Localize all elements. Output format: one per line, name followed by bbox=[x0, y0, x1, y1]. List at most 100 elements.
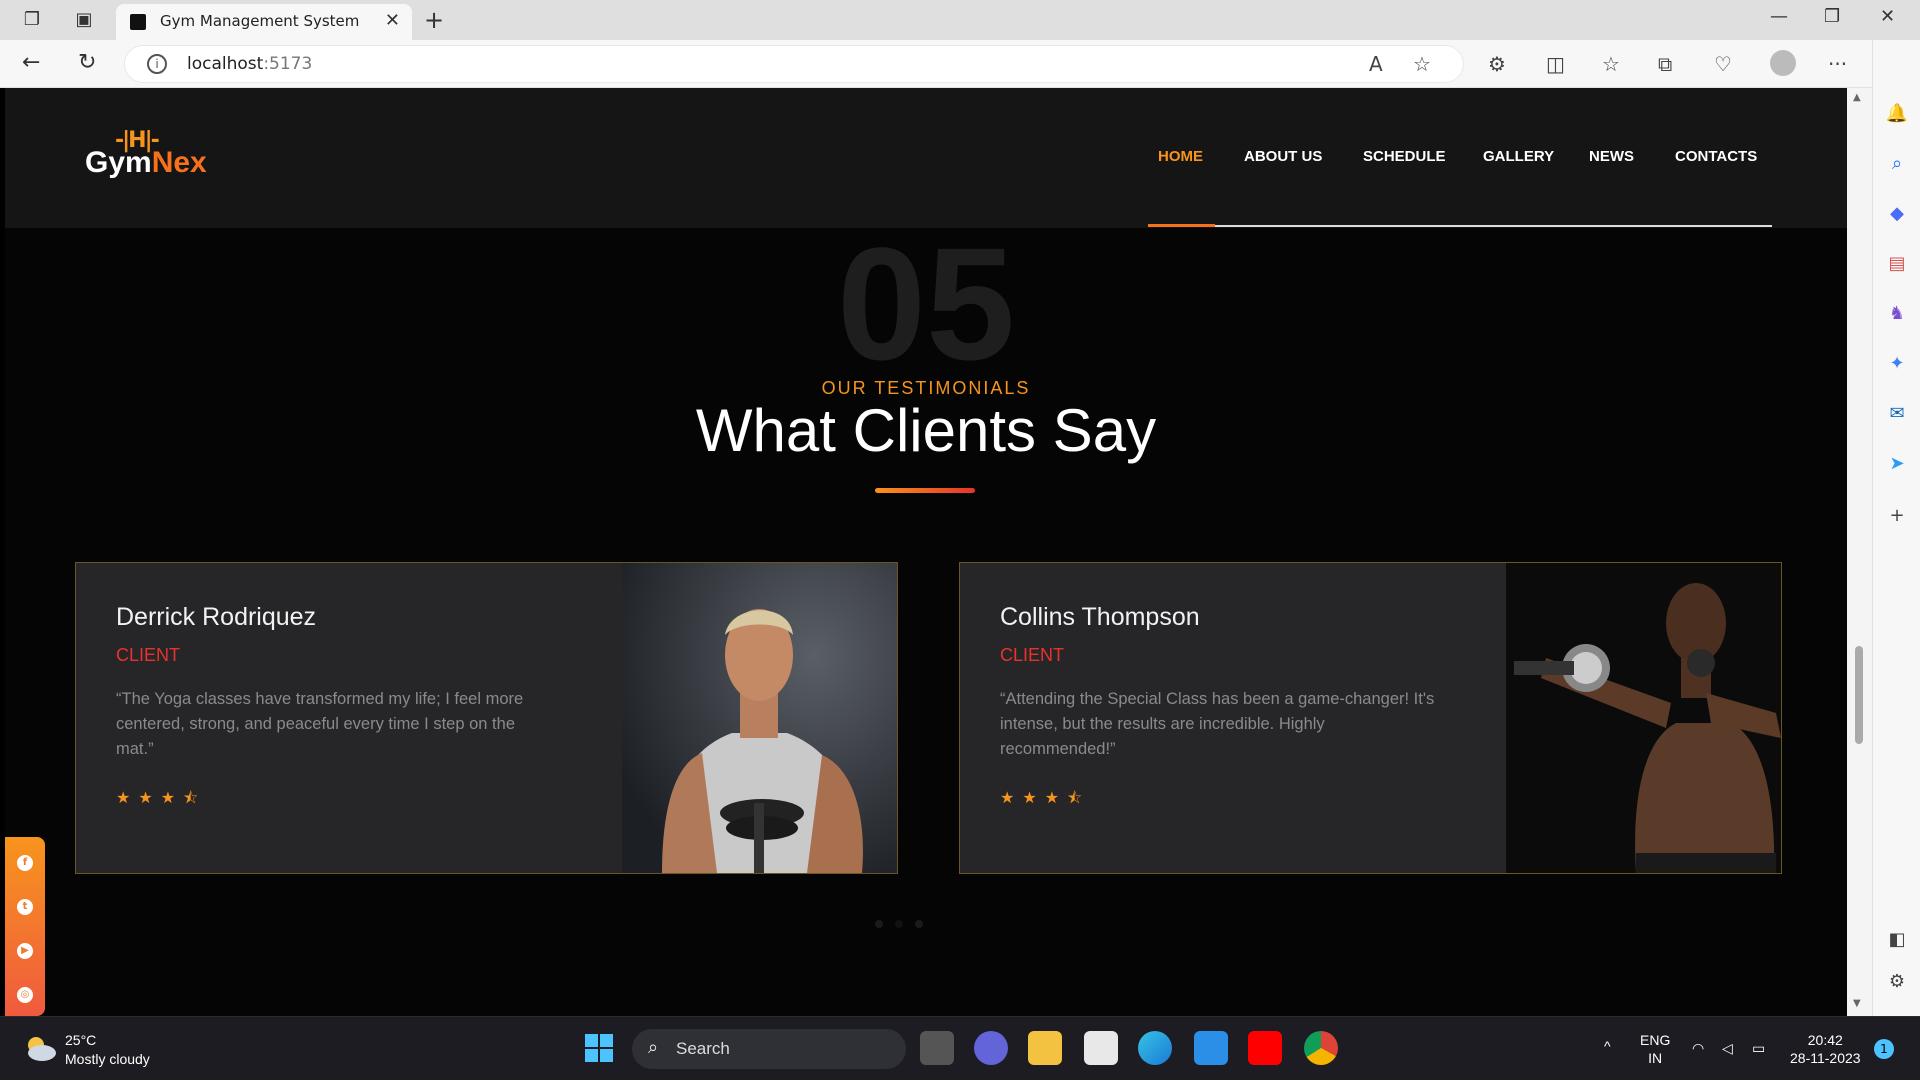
minimize-icon[interactable]: — bbox=[1770, 6, 1788, 27]
nav-news[interactable]: NEWS bbox=[1589, 148, 1634, 165]
time: 20:42 bbox=[1807, 1032, 1843, 1048]
workspaces-icon[interactable]: ❐ bbox=[20, 8, 44, 32]
refresh-icon[interactable]: ↻ bbox=[78, 50, 96, 75]
star-icon: ★ bbox=[1022, 788, 1045, 807]
copilot-sidebar-icon[interactable]: ✦ bbox=[1885, 352, 1909, 376]
social-sidebar: f t ▶ ◎ bbox=[5, 837, 45, 1016]
language-indicator[interactable]: ENG IN bbox=[1640, 1031, 1670, 1067]
rating-stars: ★★★⯪ bbox=[116, 787, 206, 814]
file-explorer-icon[interactable] bbox=[1028, 1031, 1062, 1065]
wifi-icon[interactable]: ◠ bbox=[1692, 1039, 1704, 1057]
site-info-icon[interactable]: i bbox=[147, 54, 167, 74]
settings-icon[interactable]: ⚙ bbox=[1885, 970, 1909, 994]
edge-sidebar: 🔔 ⌕ ◆ ▤ ♞ ✦ ✉ ➤ + ◧ ⚙ bbox=[1872, 40, 1920, 1016]
sidebar-toggle-icon[interactable]: ◧ bbox=[1885, 928, 1909, 952]
nav-contacts[interactable]: CONTACTS bbox=[1675, 148, 1757, 165]
maximize-icon[interactable]: ❐ bbox=[1824, 6, 1840, 27]
facebook-icon[interactable]: f bbox=[17, 855, 33, 871]
scroll-thumb[interactable] bbox=[1855, 646, 1863, 744]
client-quote: “Attending the Special Class has been a … bbox=[1000, 690, 1435, 758]
read-aloud-icon[interactable]: A bbox=[1369, 52, 1383, 76]
instagram-icon[interactable]: ◎ bbox=[17, 987, 33, 1003]
nav-schedule[interactable]: SCHEDULE bbox=[1363, 148, 1446, 165]
weather-widget[interactable]: 25°C Mostly cloudy bbox=[65, 1031, 150, 1069]
extensions-icon[interactable]: ⚙ bbox=[1488, 52, 1506, 76]
region-code: IN bbox=[1648, 1050, 1663, 1066]
shopping-icon[interactable]: ◆ bbox=[1885, 202, 1909, 226]
profile-avatar[interactable] bbox=[1770, 50, 1796, 76]
games-icon[interactable]: ♞ bbox=[1885, 302, 1909, 326]
address-bar: ← ↻ i localhost:5173 A ☆ ⚙ ◫ ☆ ⧉ ♡ ··· bbox=[0, 40, 1920, 88]
web-page: -|H|- GymNex HOME ABOUT US SCHEDULE GALL… bbox=[5, 88, 1847, 1016]
add-icon[interactable]: + bbox=[1885, 504, 1909, 528]
gymnex-logo[interactable]: -|H|- GymNex bbox=[85, 128, 225, 188]
task-view-icon[interactable] bbox=[920, 1031, 954, 1065]
scroll-up-icon[interactable]: ▲ bbox=[1853, 92, 1861, 103]
tab-actions-icon[interactable]: ▣ bbox=[72, 8, 96, 32]
client-photo bbox=[622, 563, 897, 873]
nav-home[interactable]: HOME bbox=[1158, 148, 1203, 165]
close-tab-icon[interactable]: ✕ bbox=[385, 10, 400, 31]
notification-badge[interactable]: 1 bbox=[1874, 1039, 1894, 1059]
taskbar: 25°C Mostly cloudy ⌕ Search ^ ENG IN ◠ ◁… bbox=[0, 1016, 1920, 1080]
twitter-icon[interactable]: t bbox=[17, 899, 33, 915]
notifications-icon[interactable]: 🔔 bbox=[1885, 102, 1909, 126]
taskbar-search[interactable]: ⌕ Search bbox=[632, 1029, 906, 1069]
tools-icon[interactable]: ▤ bbox=[1885, 252, 1909, 276]
client-name: Derrick Rodriquez bbox=[116, 603, 317, 631]
favorites-icon[interactable]: ☆ bbox=[1602, 52, 1620, 76]
vscode-icon[interactable] bbox=[1194, 1031, 1228, 1065]
half-star-icon: ⯪ bbox=[183, 788, 207, 807]
browser-window: ❐ ▣ Gym Management System ✕ + — ❐ ✕ ← ↻ … bbox=[0, 0, 1920, 1080]
outlook-icon[interactable]: ✉ bbox=[1885, 402, 1909, 426]
youtube-app-icon[interactable] bbox=[1248, 1031, 1282, 1065]
tab-title: Gym Management System bbox=[160, 12, 360, 30]
tab-gym[interactable]: Gym Management System ✕ bbox=[116, 4, 412, 40]
volume-icon[interactable]: ◁ bbox=[1722, 1039, 1733, 1057]
browser-essentials-icon[interactable]: ♡ bbox=[1714, 52, 1732, 76]
date: 28-11-2023 bbox=[1790, 1050, 1861, 1066]
back-icon[interactable]: ← bbox=[22, 50, 40, 75]
teams-icon[interactable] bbox=[974, 1031, 1008, 1065]
youtube-icon[interactable]: ▶ bbox=[17, 943, 33, 959]
store-icon[interactable] bbox=[1084, 1031, 1118, 1065]
cloudy-weather-icon bbox=[28, 1037, 56, 1061]
favorite-star-icon[interactable]: ☆ bbox=[1413, 52, 1431, 76]
half-star-icon: ⯪ bbox=[1067, 788, 1091, 807]
star-icon: ★ bbox=[160, 788, 184, 807]
url-field[interactable]: i localhost:5173 A ☆ bbox=[124, 45, 1464, 83]
edge-icon[interactable] bbox=[1138, 1031, 1172, 1065]
battery-icon[interactable]: ▭ bbox=[1752, 1039, 1765, 1057]
testimonial-card: Collins Thompson CLIENT “Attending the S… bbox=[959, 562, 1782, 874]
split-screen-icon[interactable]: ◫ bbox=[1546, 52, 1565, 76]
star-icon: ★ bbox=[1044, 788, 1068, 807]
start-button[interactable] bbox=[582, 1031, 616, 1065]
search-icon[interactable]: ⌕ bbox=[1885, 152, 1909, 176]
nav-gallery[interactable]: GALLERY bbox=[1483, 148, 1554, 165]
testimonial-card: Derrick Rodriquez CLIENT “The Yoga class… bbox=[75, 562, 898, 874]
carousel-dot[interactable] bbox=[875, 920, 883, 928]
scroll-down-icon[interactable]: ▼ bbox=[1853, 998, 1861, 1009]
title-underline bbox=[875, 488, 975, 493]
send-icon[interactable]: ➤ bbox=[1885, 452, 1909, 476]
carousel-dot[interactable] bbox=[915, 920, 923, 928]
carousel-dot[interactable] bbox=[895, 920, 903, 928]
clock[interactable]: 20:42 28-11-2023 bbox=[1790, 1031, 1861, 1067]
page-scrollbar[interactable]: ▲ ▼ bbox=[1847, 88, 1872, 1016]
client-role: CLIENT bbox=[1000, 645, 1065, 665]
collections-icon[interactable]: ⧉ bbox=[1658, 52, 1672, 76]
site-header: -|H|- GymNex HOME ABOUT US SCHEDULE GALL… bbox=[5, 88, 1847, 228]
nav-about-us[interactable]: ABOUT US bbox=[1244, 148, 1322, 165]
show-hidden-icons[interactable]: ^ bbox=[1604, 1037, 1611, 1055]
url-text: localhost:5173 bbox=[187, 54, 313, 74]
client-quote: “The Yoga classes have transformed my li… bbox=[116, 690, 524, 758]
new-tab-icon[interactable]: + bbox=[424, 6, 444, 34]
more-menu-icon[interactable]: ··· bbox=[1828, 52, 1847, 76]
chrome-icon[interactable] bbox=[1304, 1031, 1338, 1065]
search-icon: ⌕ bbox=[648, 1037, 659, 1058]
section-number: 05 bbox=[837, 214, 1015, 393]
client-name: Collins Thompson bbox=[1000, 603, 1200, 631]
site-favicon-icon bbox=[130, 14, 146, 30]
close-window-icon[interactable]: ✕ bbox=[1880, 6, 1895, 27]
star-icon: ★ bbox=[116, 788, 139, 807]
